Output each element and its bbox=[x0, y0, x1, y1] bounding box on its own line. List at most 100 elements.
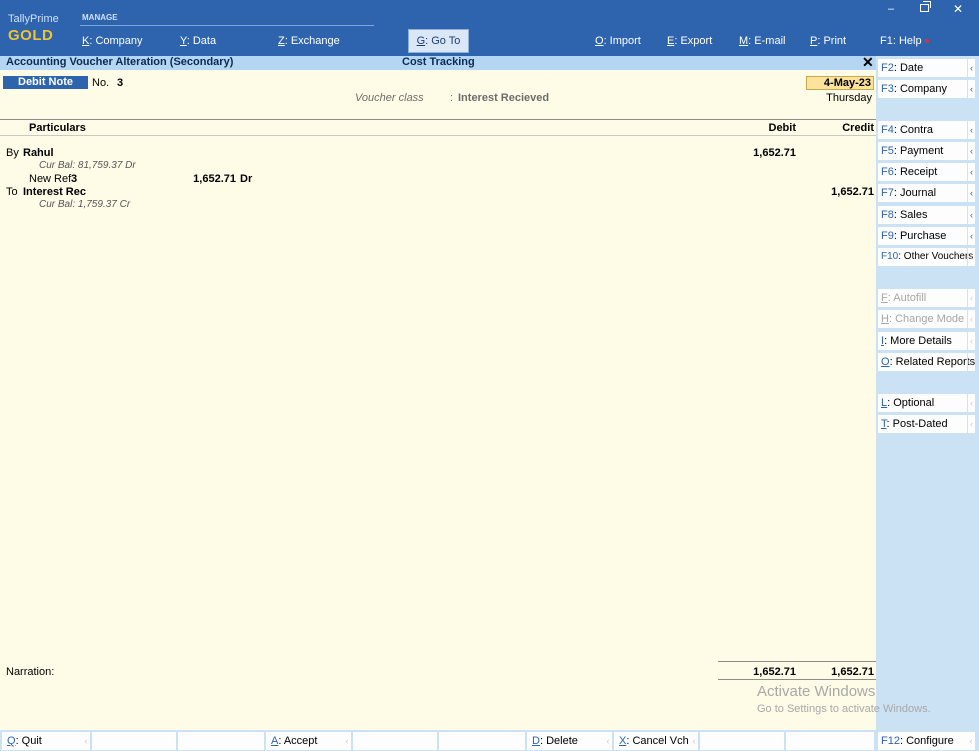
sidebar-date-button[interactable]: F2: Date ‹ bbox=[878, 59, 975, 77]
total-credit: 1,652.71 bbox=[831, 666, 874, 678]
menu-exchange[interactable]: Z: Exchange bbox=[278, 35, 340, 47]
voucher-type-badge[interactable]: Debit Note bbox=[3, 76, 88, 89]
chevron-left-icon: ‹ bbox=[692, 736, 696, 746]
accept-button[interactable]: A: Accept ‹ bbox=[266, 732, 351, 750]
sidebar-more-details-button[interactable]: I: More Details ‹ bbox=[878, 332, 975, 350]
chevron-left-icon: ‹ bbox=[345, 736, 349, 746]
menu-print[interactable]: P: Print bbox=[810, 35, 846, 47]
window-close-icon[interactable]: ✕ bbox=[953, 2, 963, 16]
sidebar-sales-button[interactable]: F8: Sales ‹ bbox=[878, 206, 975, 224]
sidebar-payment-button[interactable]: F5: Payment ‹ bbox=[878, 142, 975, 160]
sidebar-other-vouchers-button[interactable]: F10: Other Vouchers ‹ bbox=[878, 248, 975, 266]
chevron-left-icon[interactable]: ‹ bbox=[967, 353, 975, 371]
chevron-left-icon[interactable]: ‹ bbox=[967, 206, 975, 224]
chevron-left-icon[interactable]: ‹ bbox=[967, 310, 975, 328]
button-bar: F2: Date ‹ F3: Company ‹ F4: Contra ‹ F5: P… bbox=[876, 56, 979, 751]
chevron-left-icon[interactable]: ‹ bbox=[967, 415, 975, 433]
column-header-debit: Debit bbox=[768, 122, 797, 134]
voucher-no-value[interactable]: 3 bbox=[117, 77, 123, 89]
voucher-date-field[interactable]: 4-May-23 bbox=[806, 76, 874, 90]
sidebar-autofill-button[interactable]: F: Autofill ‹ bbox=[878, 289, 975, 307]
sidebar-receipt-button[interactable]: F6: Receipt ‹ bbox=[878, 163, 975, 181]
screen-subtitle: Cost Tracking bbox=[402, 56, 475, 68]
chevron-left-icon[interactable]: ‹ bbox=[967, 121, 975, 139]
top-menu-bar: TallyPrime GOLD MANAGE K: Company Y: Dat… bbox=[0, 0, 979, 56]
sidebar-company-button[interactable]: F3: Company ‹ bbox=[878, 80, 975, 98]
entry-current-balance: Cur Bal: 81,759.37 Dr bbox=[39, 160, 136, 171]
menu-email[interactable]: M: E-mail bbox=[739, 35, 785, 47]
menu-import[interactable]: O: Import bbox=[595, 35, 641, 47]
chevron-left-icon[interactable]: ‹ bbox=[967, 142, 975, 160]
screen-close-icon[interactable]: ✕ bbox=[862, 54, 874, 71]
bill-amount[interactable]: 1,652.71 bbox=[160, 173, 236, 185]
header-divider-bottom bbox=[0, 135, 876, 136]
voucher-title-bar: Accounting Voucher Alteration (Secondary… bbox=[0, 54, 876, 71]
bill-ref-no[interactable]: 3 bbox=[71, 173, 77, 185]
column-header-particulars: Particulars bbox=[29, 122, 86, 134]
brand-name: TallyPrime bbox=[8, 13, 59, 25]
sidebar-post-dated-button[interactable]: T: Post-Dated ‹ bbox=[878, 415, 975, 433]
chevron-left-icon[interactable]: ‹ bbox=[967, 163, 975, 181]
chevron-left-icon[interactable]: ‹ bbox=[967, 184, 975, 202]
sidebar-change-mode-button[interactable]: H: Change Mode ‹ bbox=[878, 310, 975, 328]
chevron-left-icon[interactable]: ‹ bbox=[967, 59, 975, 77]
chevron-left-icon[interactable]: ‹ bbox=[967, 289, 975, 307]
minimize-icon[interactable]: – bbox=[888, 3, 894, 15]
voucher-no-label: No. bbox=[92, 77, 110, 89]
entry-type: To bbox=[6, 186, 18, 198]
activation-watermark-subtitle: Go to Settings to activate Windows. bbox=[757, 703, 931, 715]
bill-dr-cr: Dr bbox=[240, 173, 253, 185]
menu-help[interactable]: F1: Help bbox=[880, 35, 929, 47]
manage-label: MANAGE bbox=[82, 13, 118, 22]
entry-current-balance: Cur Bal: 1,759.37 Cr bbox=[39, 199, 131, 210]
voucher-class-value: Interest Recieved bbox=[458, 92, 550, 104]
menu-company[interactable]: K: Company bbox=[82, 35, 143, 47]
quit-button[interactable]: Q: Quit ‹ bbox=[2, 732, 90, 750]
chevron-left-icon: ‹ bbox=[606, 736, 610, 746]
entry-type: By bbox=[6, 147, 19, 159]
configure-button[interactable]: F12: Configure ‹ bbox=[878, 732, 975, 750]
bill-ref-type[interactable]: New Ref bbox=[29, 173, 71, 185]
help-dot-icon bbox=[924, 39, 929, 44]
entry-credit[interactable]: 1,652.71 bbox=[804, 186, 874, 198]
sidebar-journal-button[interactable]: F7: Journal ‹ bbox=[878, 184, 975, 202]
empty-button-slot bbox=[353, 732, 437, 750]
voucher-class-label: Voucher class bbox=[355, 92, 424, 104]
activation-watermark-title: Activate Windows bbox=[757, 683, 876, 700]
bottom-button-bar: Q: Quit ‹ A: Accept ‹ D: Delete ‹ X: Cancel… bbox=[0, 730, 876, 751]
menu-data[interactable]: Y: Data bbox=[180, 35, 216, 47]
brand-edition: GOLD bbox=[8, 27, 54, 44]
sidebar-optional-button[interactable]: L: Optional ‹ bbox=[878, 394, 975, 412]
header-divider bbox=[0, 119, 876, 120]
chevron-left-icon: ‹ bbox=[969, 736, 973, 746]
screen-title: Accounting Voucher Alteration (Secondary… bbox=[6, 56, 234, 68]
cancel-voucher-button[interactable]: X: Cancel Vch ‹ bbox=[614, 732, 698, 750]
chevron-left-icon[interactable]: ‹ bbox=[967, 394, 975, 412]
entry-ledger[interactable]: Rahul bbox=[23, 147, 54, 159]
totals-divider bbox=[718, 661, 876, 662]
manage-divider bbox=[80, 25, 374, 26]
chevron-left-icon[interactable]: ‹ bbox=[967, 248, 975, 266]
empty-button-slot bbox=[786, 732, 874, 750]
delete-button[interactable]: D: Delete ‹ bbox=[527, 732, 612, 750]
total-debit: 1,652.71 bbox=[753, 666, 796, 678]
voucher-body: Debit Note No. 3 Voucher class : Interes… bbox=[0, 70, 876, 730]
empty-button-slot bbox=[178, 732, 264, 750]
entry-debit[interactable]: 1,652.71 bbox=[726, 147, 796, 159]
chevron-left-icon[interactable]: ‹ bbox=[967, 227, 975, 245]
chevron-left-icon[interactable]: ‹ bbox=[967, 332, 975, 350]
voucher-class-separator: : bbox=[450, 92, 454, 104]
column-header-credit: Credit bbox=[842, 122, 874, 134]
totals-divider-bottom bbox=[718, 679, 876, 680]
empty-button-slot bbox=[439, 732, 525, 750]
sidebar-related-reports-button[interactable]: O: Related Reports ‹ bbox=[878, 353, 975, 371]
sidebar-purchase-button[interactable]: F9: Purchase ‹ bbox=[878, 227, 975, 245]
voucher-day: Thursday bbox=[826, 92, 872, 104]
menu-export[interactable]: E: Export bbox=[667, 35, 712, 47]
menu-goto[interactable]: G: Go To bbox=[408, 29, 469, 53]
entry-ledger[interactable]: Interest Rec bbox=[23, 186, 86, 198]
sidebar-contra-button[interactable]: F4: Contra ‹ bbox=[878, 121, 975, 139]
chevron-left-icon[interactable]: ‹ bbox=[967, 80, 975, 98]
empty-button-slot bbox=[700, 732, 784, 750]
restore-icon[interactable] bbox=[920, 1, 931, 12]
